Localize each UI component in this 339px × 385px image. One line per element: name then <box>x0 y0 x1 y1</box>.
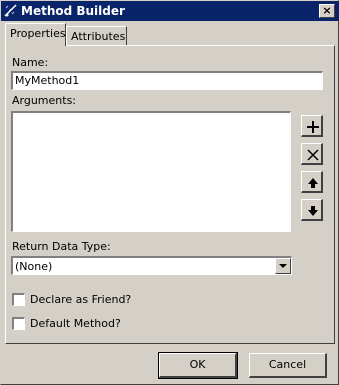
tab-properties-label: Properties <box>10 27 66 40</box>
cancel-button-label: Cancel <box>268 358 307 371</box>
move-up-button[interactable] <box>301 171 323 193</box>
cancel-button[interactable]: Cancel <box>249 353 327 378</box>
chevron-down-icon <box>279 264 287 268</box>
ok-button-label: OK <box>189 358 206 371</box>
return-type-select[interactable]: (None) <box>11 256 292 275</box>
default-method-label: Default Method? <box>30 317 121 330</box>
close-icon: × <box>322 4 332 17</box>
arguments-label: Arguments: <box>12 94 77 107</box>
tab-attributes-label: Attributes <box>71 30 126 43</box>
default-method-checkbox[interactable] <box>12 317 25 330</box>
add-argument-button[interactable] <box>301 115 323 137</box>
return-type-label: Return Data Type: <box>12 240 111 253</box>
name-input[interactable]: MyMethod1 <box>11 71 323 90</box>
tab-attributes[interactable]: Attributes <box>66 26 127 45</box>
declare-friend-checkbox[interactable] <box>12 293 25 306</box>
title-bar[interactable]: Method Builder × <box>1 1 339 21</box>
declare-friend-label: Declare as Friend? <box>30 293 132 306</box>
return-type-dropdown-button[interactable] <box>275 258 291 274</box>
name-input-value: MyMethod1 <box>15 74 80 87</box>
delete-x-icon <box>307 149 319 161</box>
ok-button[interactable]: OK <box>158 352 238 379</box>
move-down-button[interactable] <box>301 199 323 221</box>
arrow-up-icon <box>308 178 318 188</box>
arguments-list[interactable] <box>11 111 291 232</box>
method-builder-dialog: Method Builder × Properties Attributes N… <box>0 0 339 385</box>
tab-properties[interactable]: Properties <box>5 23 66 46</box>
arrow-down-icon <box>308 206 318 216</box>
window-title: Method Builder <box>21 4 125 18</box>
plus-icon <box>307 121 319 133</box>
method-builder-icon <box>3 3 19 19</box>
delete-argument-button[interactable] <box>301 143 323 165</box>
name-label: Name: <box>12 56 49 69</box>
return-type-value: (None) <box>15 260 53 273</box>
close-button[interactable]: × <box>319 4 335 18</box>
